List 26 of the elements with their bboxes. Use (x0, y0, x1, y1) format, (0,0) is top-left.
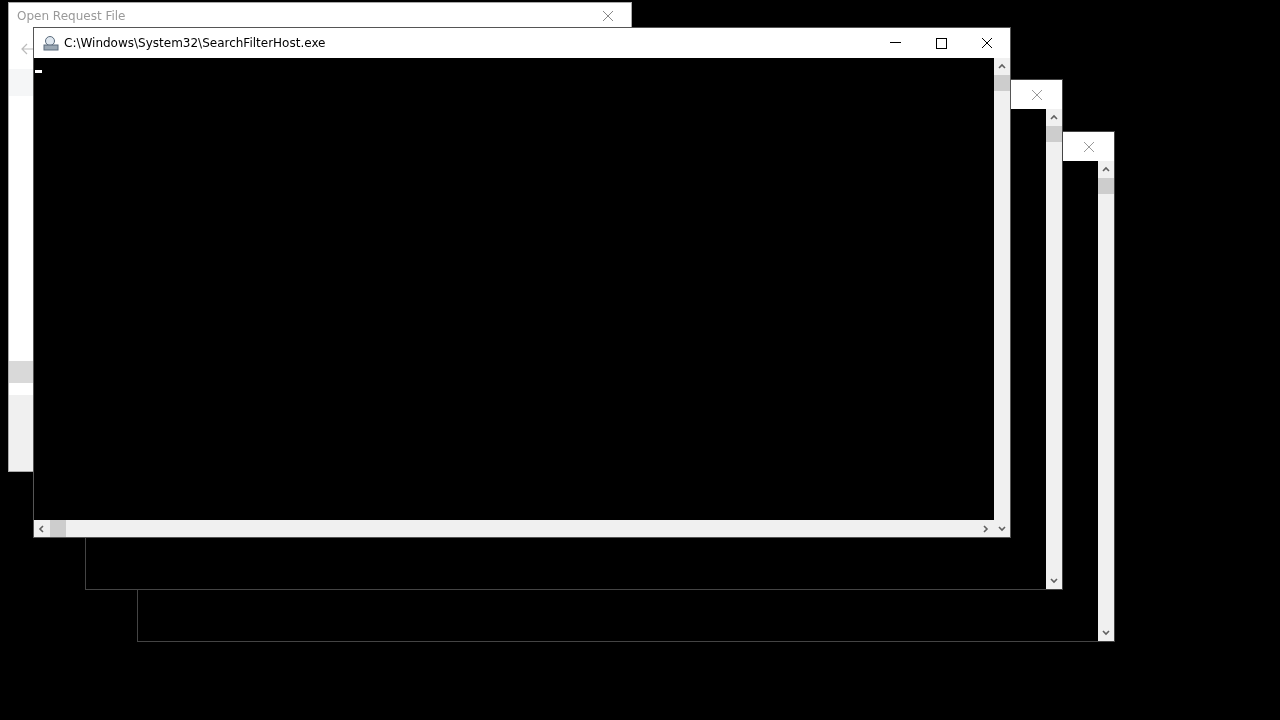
scroll-thumb[interactable] (994, 75, 1010, 91)
vertical-scrollbar[interactable] (1046, 109, 1062, 589)
chevron-up-icon (998, 62, 1006, 71)
close-icon (1031, 88, 1043, 101)
console-app-icon (42, 35, 60, 51)
back-arrow-icon[interactable] (21, 43, 35, 55)
horizontal-scrollbar[interactable] (34, 520, 1010, 537)
window-title: Open Request File (17, 9, 127, 23)
chevron-down-icon (1050, 576, 1058, 585)
scroll-thumb[interactable] (1098, 178, 1114, 194)
vertical-scrollbar[interactable] (1098, 161, 1114, 641)
close-icon (981, 37, 993, 49)
chevron-left-icon (38, 524, 46, 533)
maximize-icon (935, 37, 947, 49)
chevron-down-icon (1102, 628, 1110, 637)
minimize-icon (889, 42, 901, 44)
vertical-scrollbar[interactable] (994, 58, 1010, 520)
scroll-thumb[interactable] (1046, 126, 1062, 142)
chevron-up-icon (1102, 165, 1110, 174)
close-icon (602, 10, 614, 22)
window-title: C:\Windows\System32\SearchFilterHost.exe (64, 36, 327, 50)
scroll-thumb[interactable] (50, 520, 66, 537)
chevron-up-icon (1050, 113, 1058, 122)
close-icon (1083, 140, 1095, 153)
chevron-right-icon (982, 524, 990, 533)
chevron-down-icon (998, 524, 1006, 533)
